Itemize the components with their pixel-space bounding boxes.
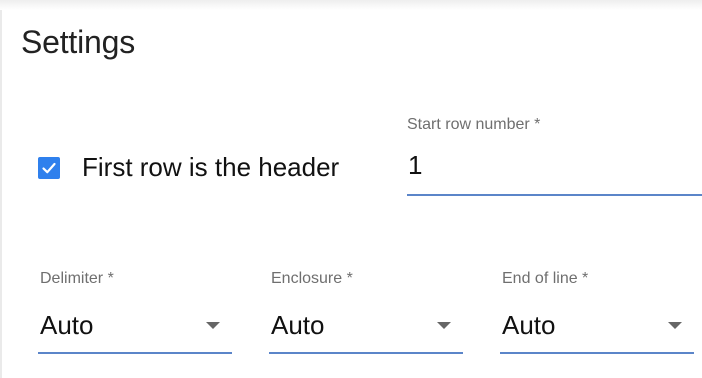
top-shadow bbox=[0, 0, 702, 10]
delimiter-label: Delimiter * bbox=[40, 270, 114, 287]
start-row-number-input[interactable]: 1 bbox=[408, 150, 422, 181]
header-checkbox-row[interactable]: First row is the header bbox=[38, 152, 339, 183]
left-border bbox=[0, 10, 2, 378]
checkmark-icon bbox=[42, 162, 56, 173]
first-row-header-checkbox[interactable] bbox=[38, 156, 60, 179]
end-of-line-underline bbox=[500, 352, 694, 354]
dropdown-arrow-icon[interactable] bbox=[437, 322, 451, 329]
settings-panel: Settings First row is the header Start r… bbox=[0, 0, 702, 378]
start-row-number-label: Start row number * bbox=[407, 116, 541, 133]
end-of-line-value[interactable]: Auto bbox=[502, 310, 556, 341]
enclosure-select[interactable]: Enclosure * Auto bbox=[269, 270, 463, 354]
dropdown-arrow-icon[interactable] bbox=[206, 322, 220, 329]
panel-title: Settings bbox=[21, 24, 136, 60]
end-of-line-label: End of line * bbox=[502, 270, 589, 287]
enclosure-value[interactable]: Auto bbox=[271, 310, 325, 341]
first-row-header-label[interactable]: First row is the header bbox=[82, 152, 339, 183]
enclosure-underline bbox=[269, 352, 463, 354]
end-of-line-select[interactable]: End of line * Auto bbox=[500, 270, 694, 354]
delimiter-underline bbox=[38, 352, 232, 354]
dropdown-arrow-icon[interactable] bbox=[668, 322, 682, 329]
start-row-number-underline bbox=[407, 194, 702, 196]
enclosure-label: Enclosure * bbox=[271, 270, 353, 287]
delimiter-value[interactable]: Auto bbox=[40, 310, 94, 341]
start-row-number-field[interactable]: Start row number * 1 bbox=[407, 116, 702, 196]
delimiter-select[interactable]: Delimiter * Auto bbox=[38, 270, 232, 354]
